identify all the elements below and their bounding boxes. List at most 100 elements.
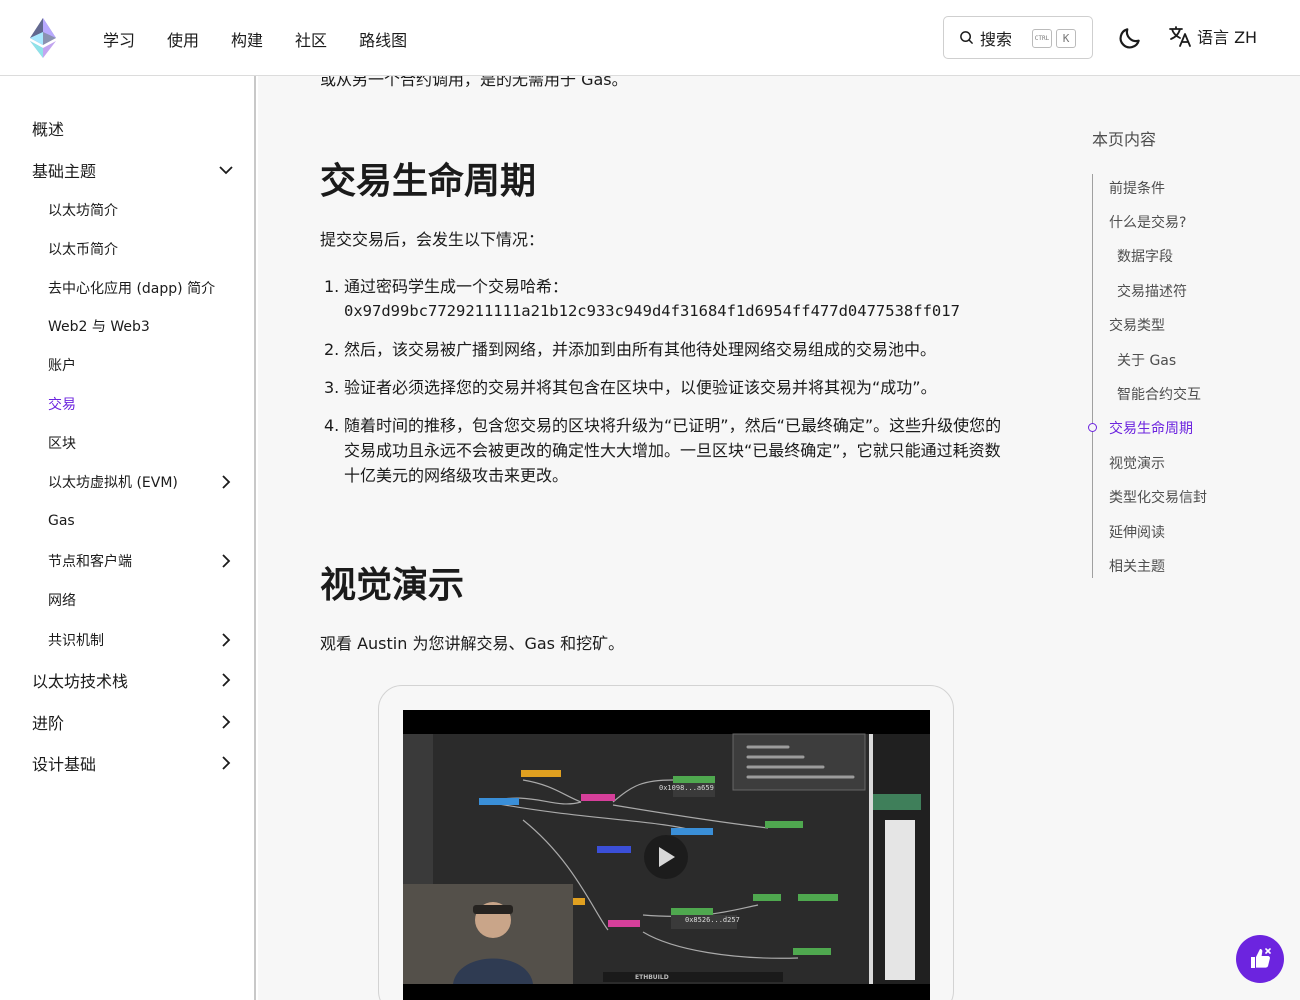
sidebar-item-intro-ether[interactable]: 以太币简介 [0, 231, 256, 267]
chevron-right-icon[interactable] [217, 631, 235, 649]
transaction-hash: 0x97d99bc7729211111a21b12c933c949d4f3168… [344, 302, 960, 320]
toc-item-visual-demo[interactable]: 视觉演示 [1109, 453, 1165, 473]
docs-sidebar: 概述 基础主题 以太坊简介 以太币简介 去中心化应用 (dapp) 简介 Web… [0, 76, 256, 1000]
site-header: 学习 使用 构建 社区 路线图 搜索 CTRL K 语言 ZH [0, 0, 1300, 76]
sidebar-item-label: 去中心化应用 (dapp) 简介 [48, 281, 216, 297]
search-icon [960, 31, 973, 44]
sidebar-item-transactions[interactable]: 交易 [0, 386, 256, 422]
language-label: 语言 ZH [1197, 28, 1258, 47]
sidebar-item-ethereum-stack[interactable]: 以太坊技术栈 [0, 662, 256, 698]
toc-item-transaction-lifecycle[interactable]: 交易生命周期 [1109, 418, 1193, 438]
sidebar-item-overview[interactable]: 概述 [0, 110, 256, 146]
step-text: 然后，该交易被广播到网络，并添加到由所有其他待处理网络交易组成的交易池中。 [344, 340, 937, 359]
sidebar-item-label: 以太币简介 [48, 242, 118, 258]
cut-off-paragraph: 或从另一个合约调用，是的无需用于 Gas。 [320, 76, 628, 89]
sidebar-item-label: 账户 [48, 358, 76, 374]
toc-item-prerequisites[interactable]: 前提条件 [1109, 178, 1165, 198]
toc-item-typed-transaction-envelope[interactable]: 类型化交易信封 [1109, 487, 1207, 507]
sidebar-item-label: 区块 [48, 436, 76, 452]
sidebar-item-label: 节点和客户端 [48, 554, 132, 570]
transaction-lifecycle-heading: 交易生命周期 [320, 161, 537, 202]
toc-item-transaction-descriptor[interactable]: 交易描述符 [1117, 281, 1187, 301]
toc-item-on-gas[interactable]: 关于 Gas [1117, 350, 1176, 370]
chevron-right-icon[interactable] [217, 671, 235, 689]
toc-item-types-of-transactions[interactable]: 交易类型 [1109, 315, 1165, 335]
step-number: 2. [324, 340, 340, 359]
chevron-right-icon[interactable] [217, 754, 235, 772]
video-address-1: 0x1098...a659 [659, 784, 714, 792]
sidebar-item-consensus[interactable]: 共识机制 [0, 622, 256, 658]
sidebar-item-label: 以太坊技术栈 [32, 672, 129, 691]
step-number: 3. [324, 378, 340, 397]
sidebar-item-label: 进阶 [32, 714, 65, 733]
toc-item-related-topics[interactable]: 相关主题 [1109, 556, 1165, 576]
main-nav: 学习 使用 构建 社区 路线图 [87, 24, 423, 54]
toc-active-indicator [1088, 423, 1097, 432]
translate-icon [1169, 26, 1191, 47]
feedback-button[interactable] [1236, 935, 1284, 983]
toc-item-smart-contract-interactions[interactable]: 智能合约交互 [1117, 384, 1201, 404]
lifecycle-step: 4. 随着时间的推移，包含您交易的区块将升级为“已证明”，然后“已最终确定”。这… [320, 413, 1010, 488]
sidebar-item-networks[interactable]: 网络 [0, 582, 256, 618]
nav-build[interactable]: 构建 [215, 24, 279, 54]
visual-demo-heading: 视觉演示 [320, 565, 465, 606]
kbd-k: K [1056, 29, 1076, 48]
step-number: 1. [324, 277, 340, 296]
sidebar-item-web2-vs-web3[interactable]: Web2 与 Web3 [0, 308, 256, 344]
sidebar-item-label: 设计基础 [32, 755, 97, 774]
thumbs-feedback-icon [1251, 948, 1271, 968]
play-icon[interactable] [653, 844, 679, 870]
language-button[interactable]: 语言 ZH [1168, 24, 1257, 48]
lifecycle-steps: 1. 通过密码学生成一个交易哈希： 0x97d99bc7729211111a21… [320, 274, 1010, 501]
video-player[interactable]: 0x1098...a659 0x8526...d257 ETHBUILD [403, 710, 930, 1000]
sidebar-item-label: Gas [48, 513, 75, 529]
video-address-2: 0x8526...d257 [685, 916, 740, 924]
ethereum-logo-icon[interactable] [26, 16, 60, 60]
lifecycle-step: 1. 通过密码学生成一个交易哈希： 0x97d99bc7729211111a21… [320, 274, 1010, 324]
search-label: 搜索 [980, 29, 1013, 49]
nav-roadmap[interactable]: 路线图 [343, 24, 423, 54]
nav-use[interactable]: 使用 [151, 24, 215, 54]
visual-demo-intro: 观看 Austin 为您讲解交易、Gas 和挖矿。 [320, 634, 625, 653]
table-of-contents: 本页内容 前提条件 什么是交易? 数据字段 交易描述符 交易类型 关于 Gas … [1048, 76, 1300, 1000]
sidebar-item-label: Web2 与 Web3 [48, 319, 150, 335]
chevron-down-icon[interactable] [217, 161, 235, 179]
sidebar-item-label: 交易 [48, 397, 76, 413]
sidebar-item-accounts[interactable]: 账户 [0, 347, 256, 383]
step-number: 4. [324, 416, 340, 435]
sidebar-item-label: 概述 [32, 120, 65, 139]
lifecycle-intro: 提交交易后，会发生以下情况： [320, 230, 545, 249]
sidebar-item-blocks[interactable]: 区块 [0, 425, 256, 461]
sidebar-item-intro-dapps[interactable]: 去中心化应用 (dapp) 简介 [0, 270, 256, 306]
lifecycle-step: 2. 然后，该交易被广播到网络，并添加到由所有其他待处理网络交易组成的交易池中。 [320, 337, 1010, 362]
moon-icon[interactable] [1117, 25, 1143, 51]
sidebar-item-intro-ethereum[interactable]: 以太坊简介 [0, 192, 256, 228]
video-brand: ETHBUILD [635, 974, 669, 981]
kbd-ctrl: CTRL [1032, 29, 1052, 48]
nav-learn[interactable]: 学习 [87, 24, 151, 54]
sidebar-item-label: 以太坊虚拟机 (EVM) [48, 475, 178, 491]
sidebar-item-label: 共识机制 [48, 633, 104, 649]
sidebar-item-label: 基础主题 [32, 162, 97, 181]
nav-community[interactable]: 社区 [279, 24, 343, 54]
toc-line [1092, 174, 1093, 578]
sidebar-item-gas[interactable]: Gas [0, 503, 256, 539]
step-text: 随着时间的推移，包含您交易的区块将升级为“已证明”，然后“已最终确定”。这些升级… [344, 416, 1002, 485]
sidebar-item-foundational-topics[interactable]: 基础主题 [0, 152, 256, 188]
video-card: 0x1098...a659 0x8526...d257 ETHBUILD [378, 685, 954, 1000]
sidebar-item-label: 网络 [48, 593, 76, 609]
sidebar-item-design-fundamentals[interactable]: 设计基础 [0, 745, 256, 781]
sidebar-item-advanced[interactable]: 进阶 [0, 704, 256, 740]
lifecycle-step: 3. 验证者必须选择您的交易并将其包含在区块中，以便验证该交易并将其视为“成功”… [320, 375, 1010, 400]
chevron-right-icon[interactable] [217, 713, 235, 731]
sidebar-item-label: 以太坊简介 [48, 203, 118, 219]
toc-item-data-field[interactable]: 数据字段 [1117, 246, 1173, 266]
toc-item-what-is-transaction[interactable]: 什么是交易? [1109, 212, 1186, 232]
chevron-right-icon[interactable] [217, 473, 235, 491]
search-button[interactable]: 搜索 CTRL K [943, 16, 1093, 59]
toc-item-further-reading[interactable]: 延伸阅读 [1109, 522, 1165, 542]
sidebar-item-nodes-clients[interactable]: 节点和客户端 [0, 543, 256, 579]
sidebar-item-evm[interactable]: 以太坊虚拟机 (EVM) [0, 464, 256, 500]
main-content: 或从另一个合约调用，是的无需用于 Gas。 交易生命周期 提交交易后，会发生以下… [258, 76, 1048, 1000]
chevron-right-icon[interactable] [217, 552, 235, 570]
